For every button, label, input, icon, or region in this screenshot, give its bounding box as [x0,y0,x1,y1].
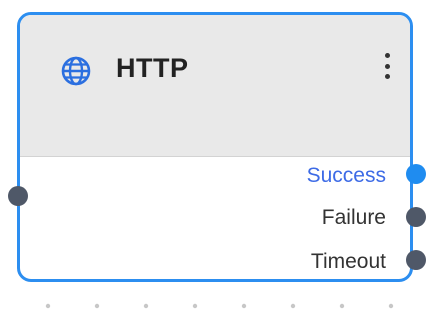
output-handle-failure[interactable] [406,207,426,227]
node-header[interactable]: HTTP [20,15,410,157]
node-title: HTTP [116,53,189,83]
menu-dot [384,74,390,79]
output-label-failure: Failure [321,206,386,229]
output-label-timeout: Timeout [310,250,386,273]
flow-canvas[interactable]: HTTP Success Failure Timeout [0,0,430,309]
output-label-success: Success [306,164,386,187]
more-vertical-icon[interactable] [378,49,396,83]
output-handle-timeout[interactable] [406,250,426,270]
menu-dot [384,63,390,69]
http-node[interactable]: HTTP Success Failure Timeout [17,12,413,282]
output-handle-success[interactable] [406,164,426,184]
input-handle[interactable] [8,186,28,206]
menu-dot [384,53,390,58]
globe-icon [61,56,91,86]
canvas-grid-dots [45,303,394,309]
